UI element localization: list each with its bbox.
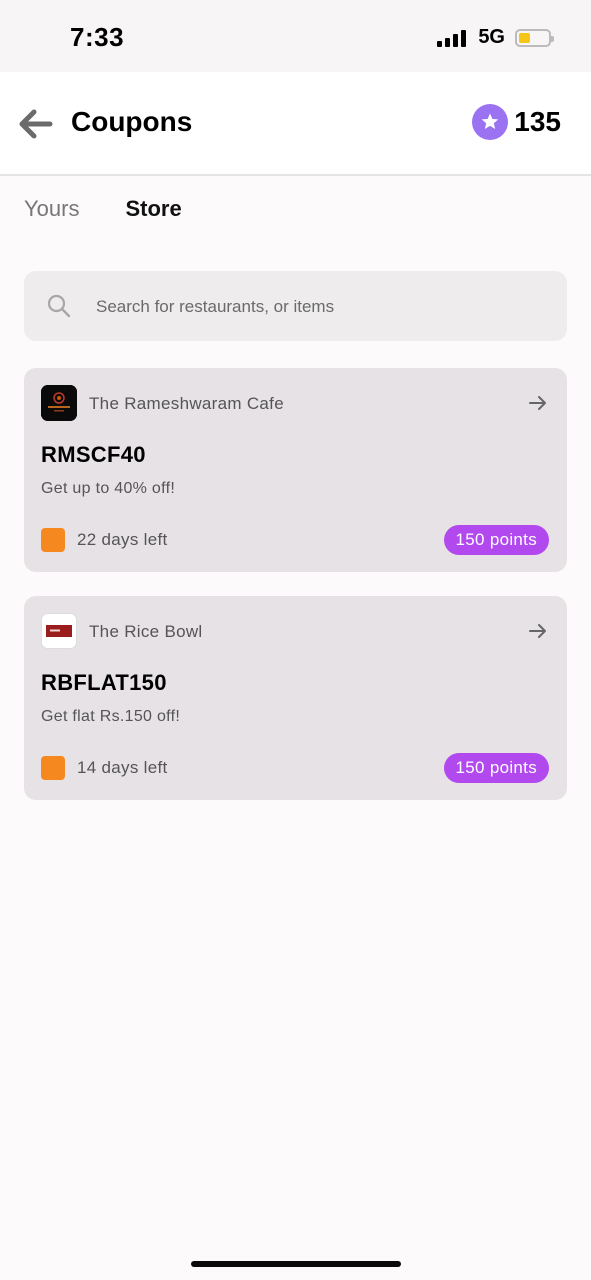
- tab-store[interactable]: Store: [125, 196, 181, 222]
- arrow-left-icon: [19, 109, 53, 139]
- arrow-right-icon[interactable]: [527, 620, 549, 642]
- redeem-points-button[interactable]: 150 points: [443, 525, 549, 555]
- expiry-text: 22 days left: [77, 530, 168, 549]
- coupon-code: RBFLAT150: [41, 670, 167, 695]
- back-button[interactable]: [16, 104, 56, 144]
- restaurant-name: The Rameshwaram Cafe: [89, 394, 284, 413]
- search-bar[interactable]: [24, 271, 567, 341]
- restaurant-logo: [41, 385, 77, 421]
- redeem-points-button[interactable]: 150 points: [443, 753, 549, 783]
- expiry-text: 14 days left: [77, 758, 168, 777]
- points-value: 135: [514, 106, 561, 137]
- star-icon: [472, 104, 509, 140]
- coupon-description: Get up to 40% off!: [41, 480, 176, 497]
- coupon-card[interactable]: The Rameshwaram Cafe RMSCF40 Get up to 4…: [24, 368, 567, 572]
- search-icon: [47, 294, 71, 318]
- arrow-right-icon[interactable]: [527, 392, 549, 414]
- coupon-card[interactable]: The Rice Bowl RBFLAT150 Get flat Rs.150 …: [24, 596, 567, 800]
- coupon-description: Get flat Rs.150 off!: [41, 708, 181, 725]
- search-input[interactable]: [94, 285, 538, 329]
- network-type: 5G: [478, 26, 505, 48]
- status-bar: 7:33 5G: [0, 0, 591, 72]
- restaurant-name: The Rice Bowl: [89, 622, 203, 641]
- restaurant-logo: [41, 613, 77, 649]
- points-balance[interactable]: 135: [472, 104, 561, 140]
- expiry-icon: [41, 756, 65, 780]
- header: Coupons 135: [0, 72, 591, 176]
- battery-icon: [515, 28, 554, 47]
- coupon-code: RMSCF40: [41, 442, 146, 467]
- status-indicators: 5G: [437, 26, 554, 49]
- home-indicator[interactable]: [191, 1261, 401, 1267]
- signal-icon: [437, 29, 467, 47]
- status-time: 7:33: [70, 22, 125, 52]
- page-title: Coupons: [71, 106, 193, 137]
- expiry-icon: [41, 528, 65, 552]
- tab-bar: Yours Store: [24, 196, 182, 222]
- tab-yours[interactable]: Yours: [24, 196, 79, 222]
